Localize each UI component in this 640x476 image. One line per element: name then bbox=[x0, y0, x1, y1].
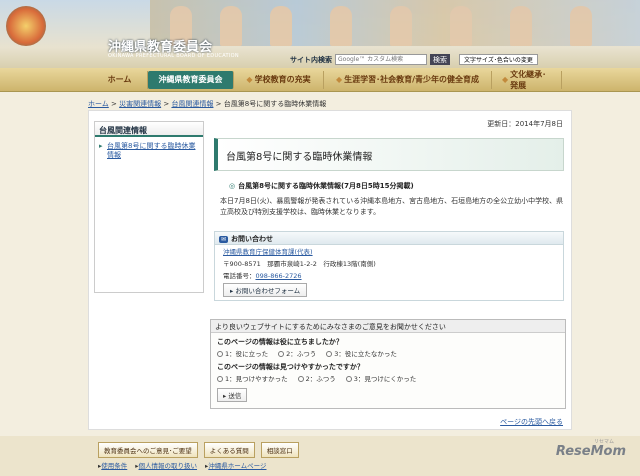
survey-option[interactable]: 2：ふつう bbox=[278, 348, 316, 358]
footer-link-privacy[interactable]: 個人情報の取り扱い bbox=[139, 462, 198, 470]
contact-phone: 電話番号：098-866-2726 bbox=[215, 269, 563, 281]
notice-body: 本日7月8日(火)、暴風警報が発表されている沖縄本島地方、宮古島地方、石垣島地方… bbox=[220, 197, 564, 216]
survey-option[interactable]: 2：ふつう bbox=[297, 373, 336, 383]
photo-figure bbox=[510, 6, 532, 46]
survey-option[interactable]: 1：見つけやすかった bbox=[217, 373, 288, 383]
mail-icon: ✉ bbox=[219, 236, 229, 243]
updated-date: 更新日：2014年7月8日 bbox=[487, 120, 563, 128]
nav-board-of-education[interactable]: 沖縄県教育委員会 bbox=[148, 70, 234, 89]
main-content: 台風関連情報 台風第8号に関する臨時休業情報 更新日：2014年7月8日 台風第… bbox=[88, 110, 572, 430]
search-input[interactable] bbox=[335, 54, 427, 65]
footer-link-item: ▸使用条件 bbox=[98, 460, 127, 470]
photo-figure bbox=[450, 6, 472, 46]
header-photo bbox=[150, 0, 640, 46]
option-label: 3：役に立たなかった bbox=[334, 350, 397, 358]
contact-box: ✉ お問い合わせ 沖縄県教育庁保健体育課(代表) 〒900-8571 那覇市泉崎1… bbox=[214, 231, 564, 301]
footer-links: ▸使用条件 ▸個人情報の取り扱い ▸沖縄県ホームページ bbox=[98, 460, 266, 470]
feedback-survey: より良いウェブサイトにするためにみなさまのご意見をお聞かせください このページの… bbox=[210, 319, 566, 409]
breadcrumb-disaster[interactable]: 災害関連情報 bbox=[119, 100, 161, 108]
nav-bullet-icon: ◆ bbox=[502, 75, 509, 84]
radio-icon[interactable] bbox=[345, 376, 352, 382]
contact-org-link[interactable]: 沖縄県教育庁保健体育課(代表) bbox=[223, 248, 313, 256]
contact-org: 沖縄県教育庁保健体育課(代表) bbox=[215, 245, 563, 257]
radio-icon[interactable] bbox=[326, 351, 333, 357]
option-label: 1：役に立った bbox=[225, 350, 269, 358]
survey-heading: より良いウェブサイトにするためにみなさまのご意見をお聞かせください bbox=[211, 320, 565, 333]
survey-option[interactable]: 1：役に立った bbox=[217, 348, 268, 358]
option-label: 3：見つけにくかった bbox=[353, 375, 417, 383]
nav-label: 学校教育の充実 bbox=[254, 75, 311, 84]
photo-figure bbox=[220, 6, 242, 46]
footer-link-item: ▸個人情報の取り扱い bbox=[135, 460, 197, 470]
survey-option[interactable]: 3：見つけにくかった bbox=[345, 373, 417, 383]
sidebar-item-typhoon8[interactable]: 台風第8号に関する臨時休業情報 bbox=[95, 137, 203, 160]
footer-feedback-button[interactable]: 教育委員会へのご意見･ご要望 bbox=[98, 442, 198, 458]
footer-buttons: 教育委員会へのご意見･ご要望 よくある質問 相談窓口 bbox=[98, 442, 299, 458]
nav-home[interactable]: ホーム bbox=[92, 70, 148, 89]
footer-link-terms[interactable]: 使用条件 bbox=[101, 462, 127, 470]
site-search: サイト内検索 検索 文字サイズ･色合いの変更 bbox=[290, 54, 538, 65]
breadcrumb-home[interactable]: ホーム bbox=[88, 100, 109, 108]
footer-link-okinawa-home[interactable]: 沖縄県ホームページ bbox=[208, 462, 266, 470]
sidebar-heading[interactable]: 台風関連情報 bbox=[95, 122, 203, 137]
option-label: 2：ふつう bbox=[305, 375, 336, 383]
text-size-color-button[interactable]: 文字サイズ･色合いの変更 bbox=[459, 54, 538, 65]
nav-label: 生涯学習･社会教育/青少年の健全育成 bbox=[344, 75, 480, 84]
breadcrumb-separator: > bbox=[108, 100, 120, 108]
footer-faq-button[interactable]: よくある質問 bbox=[203, 442, 255, 458]
footer-link-item: ▸沖縄県ホームページ bbox=[205, 460, 266, 470]
breadcrumb-typhoon[interactable]: 台風関連情報 bbox=[171, 100, 213, 108]
footer-consultation-button[interactable]: 相談窓口 bbox=[260, 442, 299, 458]
nav-bullet-icon: ◆ bbox=[246, 75, 253, 84]
breadcrumb-separator: > bbox=[161, 100, 172, 108]
site-header: 沖縄県教育委員会 OKINAWA PREFECTURAL BOARD OF ED… bbox=[0, 0, 640, 68]
nav-culture[interactable]: ◆ 文化継承･発展 bbox=[492, 69, 562, 90]
breadcrumb-current: 台風第8号に関する臨時休業情報 bbox=[223, 100, 327, 108]
search-label: サイト内検索 bbox=[290, 55, 332, 64]
radio-icon[interactable] bbox=[297, 376, 304, 382]
radio-icon[interactable] bbox=[278, 351, 285, 357]
page-title: 台風第8号に関する臨時休業情報 bbox=[214, 138, 564, 171]
phone-label: 電話番号： bbox=[223, 272, 256, 280]
survey-options-1: 1：役に立った 2：ふつう 3：役に立たなかった bbox=[211, 348, 565, 358]
photo-figure bbox=[270, 6, 292, 46]
survey-question-1: このページの情報は役に立ちましたか？ bbox=[217, 338, 343, 346]
nav-label: 文化継承･発展 bbox=[510, 69, 547, 90]
breadcrumb-separator: > bbox=[213, 100, 224, 108]
survey-question-2: このページの情報は見つけやすかったですか？ bbox=[217, 363, 364, 371]
site-footer: 教育委員会へのご意見･ご要望 よくある質問 相談窓口 ▸使用条件 ▸個人情報の取… bbox=[0, 436, 640, 476]
contact-heading: ✉ お問い合わせ bbox=[215, 232, 563, 245]
send-label: 送信 bbox=[228, 392, 242, 400]
sidebar: 台風関連情報 台風第8号に関する臨時休業情報 bbox=[94, 121, 204, 293]
global-nav: ホーム 沖縄県教育委員会 ◆ 学校教育の充実 ◆ 生涯学習･社会教育/青少年の健全育… bbox=[0, 68, 640, 92]
search-button[interactable]: 検索 bbox=[430, 54, 450, 65]
contact-address: 〒900-8571 那覇市泉崎1-2-2 行政棟13階(南側) bbox=[223, 260, 376, 268]
contact-heading-label: お問い合わせ bbox=[231, 235, 274, 243]
breadcrumb: ホーム > 災害関連情報 > 台風関連情報 > 台風第8号に関する臨時休業情報 bbox=[88, 99, 326, 109]
nav-school-education[interactable]: ◆ 学校教育の充実 bbox=[234, 70, 324, 89]
nav-label: 沖縄県教育委員会 bbox=[158, 75, 223, 84]
section-subheading: 台風第8号に関する臨時休業情報(7月8日5時15分掲載) bbox=[229, 181, 414, 191]
survey-options-2: 1：見つけやすかった 2：ふつう 3：見つけにくかった bbox=[211, 373, 565, 383]
option-label: 2：ふつう bbox=[286, 350, 317, 358]
inquiry-form-label: お問い合わせフォーム bbox=[235, 287, 301, 295]
radio-icon[interactable] bbox=[217, 351, 223, 357]
logo-emblem-icon[interactable] bbox=[6, 6, 46, 46]
phone-link[interactable]: 098-866-2726 bbox=[256, 272, 302, 280]
radio-icon[interactable] bbox=[217, 376, 223, 382]
site-subtitle: OKINAWA PREFECTURAL BOARD OF EDUCATION bbox=[108, 53, 239, 59]
inquiry-form-button[interactable]: ▸ お問い合わせフォーム bbox=[223, 283, 308, 297]
photo-figure bbox=[330, 6, 352, 46]
nav-label: ホーム bbox=[107, 75, 132, 84]
page-top-link[interactable]: ページの先頭へ戻る bbox=[500, 417, 563, 427]
nav-bullet-icon: ◆ bbox=[335, 75, 343, 84]
survey-option[interactable]: 3：役に立たなかった bbox=[326, 348, 397, 358]
photo-figure bbox=[390, 6, 412, 46]
photo-figure bbox=[570, 6, 592, 46]
survey-send-button[interactable]: ▸ 送信 bbox=[217, 388, 248, 402]
watermark-logo: ReseMom bbox=[555, 444, 626, 459]
nav-lifelong-learning[interactable]: ◆ 生涯学習･社会教育/青少年の健全育成 bbox=[324, 70, 492, 89]
option-label: 1：見つけやすかった bbox=[225, 375, 288, 383]
